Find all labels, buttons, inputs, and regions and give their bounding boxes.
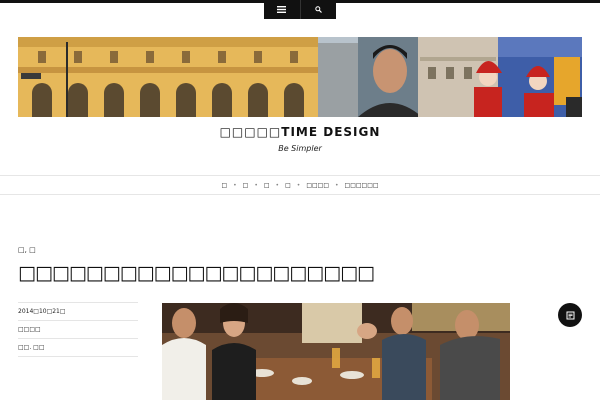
post-category[interactable]: □, □ [18, 246, 36, 254]
nav-item-3[interactable]: □ [260, 182, 274, 189]
nav-item-2[interactable]: □ [239, 182, 253, 189]
nav-item-6[interactable]: □□□□□□ [341, 182, 383, 189]
nav-separator: • [335, 181, 339, 189]
edit-icon [566, 311, 574, 319]
post-author[interactable]: □□□□ [18, 320, 138, 338]
search-button[interactable] [301, 0, 337, 19]
nav-item-1[interactable]: □ [217, 182, 231, 189]
post-title[interactable]: □□□□□□□□□□□□□□□□□□□□□ [18, 262, 375, 284]
nav-item-4[interactable]: □ [281, 182, 295, 189]
nav-separator: • [233, 181, 237, 189]
post-date[interactable]: 2014□10□21□ [18, 302, 138, 320]
nav-separator: • [296, 181, 301, 189]
search-icon [315, 6, 322, 13]
site-tagline: Be Simpler [278, 144, 322, 153]
nav-separator: • [254, 181, 258, 189]
menu-button[interactable] [264, 0, 301, 19]
header-banner-image[interactable] [18, 37, 582, 117]
site-title[interactable]: □□□□□TIME DESIGN [0, 125, 600, 139]
post-comments[interactable]: □□. □□ [18, 338, 138, 357]
main-navigation: □ • □ • □ • □ • □□□□ • □□□□□□ [0, 175, 600, 195]
nav-item-5[interactable]: □□□□ [302, 182, 333, 189]
menu-icon [277, 6, 287, 13]
nav-separator: • [275, 181, 280, 189]
post-featured-image[interactable] [162, 303, 510, 400]
floating-action-button[interactable] [558, 303, 582, 327]
toolbar [264, 0, 336, 19]
post-meta: 2014□10□21□ □□□□ □□. □□ [18, 302, 138, 357]
